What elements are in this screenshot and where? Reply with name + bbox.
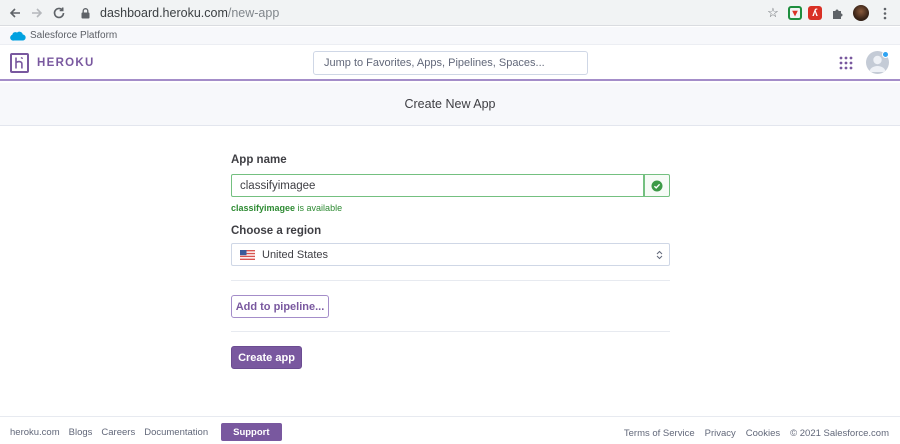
url-path: /new-app — [227, 6, 280, 20]
app-name-label: App name — [231, 154, 287, 166]
page-header: Create New App — [0, 83, 900, 126]
platform-bar: Salesforce Platform — [0, 27, 900, 45]
footer-copyright: © 2021 Salesforce.com — [790, 428, 889, 439]
footer: heroku.com Blogs Careers Documentation S… — [0, 416, 900, 444]
region-label: Choose a region — [231, 225, 322, 237]
heroku-wordmark: HEROKU — [37, 57, 95, 69]
profile-icon[interactable] — [852, 4, 870, 22]
footer-link-privacy[interactable]: Privacy — [705, 428, 736, 439]
apps-grid-icon[interactable] — [839, 56, 853, 70]
platform-label: Salesforce Platform — [30, 30, 118, 41]
support-button[interactable]: Support — [221, 423, 282, 441]
notification-dot — [882, 51, 889, 58]
lock-icon — [78, 6, 92, 20]
footer-link-careers[interactable]: Careers — [101, 427, 135, 438]
footer-link-blogs[interactable]: Blogs — [69, 427, 93, 438]
create-app-button[interactable]: Create app — [231, 346, 302, 369]
check-circle-icon — [644, 174, 670, 197]
extensions-area: ☆ ▾ ʎ — [764, 3, 894, 23]
region-value: United States — [262, 248, 329, 261]
footer-right: Terms of Service Privacy Cookies © 2021 … — [624, 428, 889, 439]
app-name-input[interactable] — [231, 174, 644, 197]
menu-dots-icon[interactable] — [876, 4, 894, 22]
heroku-header: HEROKU Jump to Favorites, Apps, Pipeline… — [0, 45, 900, 81]
browser-toolbar: dashboard.heroku.com /new-app ☆ ▾ ʎ — [0, 0, 900, 26]
footer-link-cookies[interactable]: Cookies — [746, 428, 780, 439]
extension-pdf-icon[interactable]: ʎ — [808, 6, 822, 20]
app-name-field — [231, 174, 670, 197]
divider — [231, 331, 670, 332]
heroku-logo-icon — [10, 53, 29, 73]
region-select[interactable]: United States — [231, 243, 670, 266]
add-to-pipeline-button[interactable]: Add to pipeline... — [231, 295, 329, 318]
reload-icon[interactable] — [48, 2, 70, 24]
page-title: Create New App — [404, 97, 496, 111]
availability-name: classifyimagee — [231, 203, 296, 213]
puzzle-icon[interactable] — [828, 4, 846, 22]
back-arrow-icon[interactable] — [4, 2, 26, 24]
forward-arrow-icon[interactable] — [26, 2, 48, 24]
footer-link-documentation[interactable]: Documentation — [144, 427, 208, 438]
availability-suffix: is available — [295, 203, 343, 213]
select-arrows-icon — [656, 250, 663, 260]
salesforce-cloud-icon — [10, 31, 26, 41]
heroku-logo[interactable]: HEROKU — [10, 53, 95, 73]
footer-link-heroku[interactable]: heroku.com — [10, 427, 60, 438]
footer-link-terms[interactable]: Terms of Service — [624, 428, 695, 439]
availability-message: classifyimagee is available — [231, 203, 342, 213]
search-input[interactable]: Jump to Favorites, Apps, Pipelines, Spac… — [313, 51, 588, 75]
url-host: dashboard.heroku.com — [100, 6, 228, 20]
star-icon[interactable]: ☆ — [764, 4, 782, 22]
footer-left: heroku.com Blogs Careers Documentation S… — [10, 423, 282, 441]
us-flag-icon — [240, 249, 255, 260]
address-bar[interactable]: dashboard.heroku.com /new-app — [78, 3, 778, 23]
extension-pocket-icon[interactable]: ▾ — [788, 6, 802, 20]
divider — [231, 280, 670, 281]
